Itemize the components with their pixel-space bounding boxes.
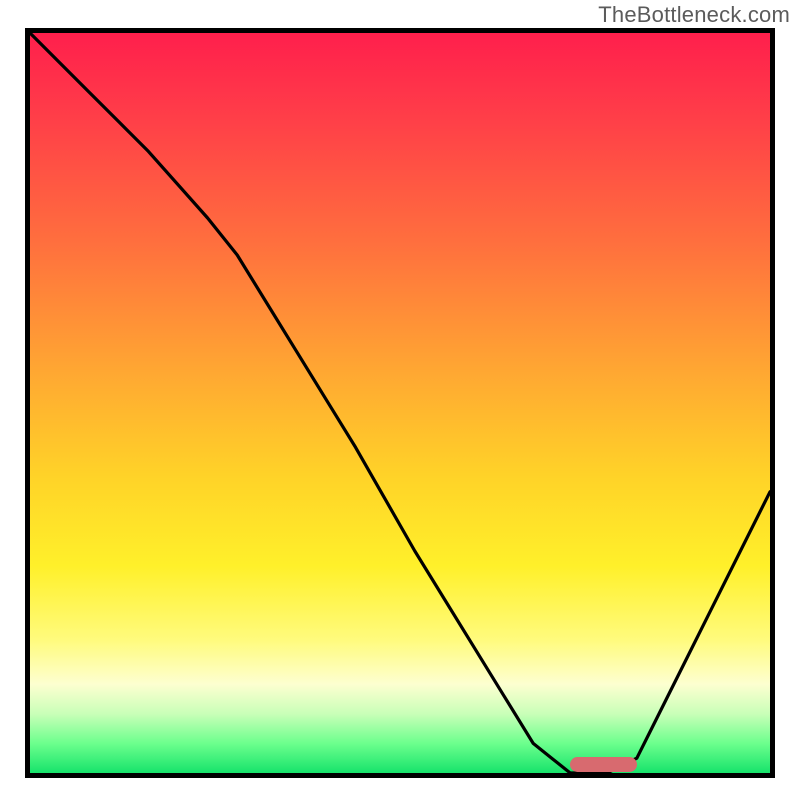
plot-inner — [30, 33, 770, 773]
chart-frame: TheBottleneck.com — [0, 0, 800, 800]
watermark-text: TheBottleneck.com — [598, 2, 790, 28]
bottleneck-curve — [30, 33, 770, 773]
plot-box — [25, 28, 775, 778]
curve-path — [30, 33, 770, 773]
optimal-range-marker — [570, 757, 637, 772]
